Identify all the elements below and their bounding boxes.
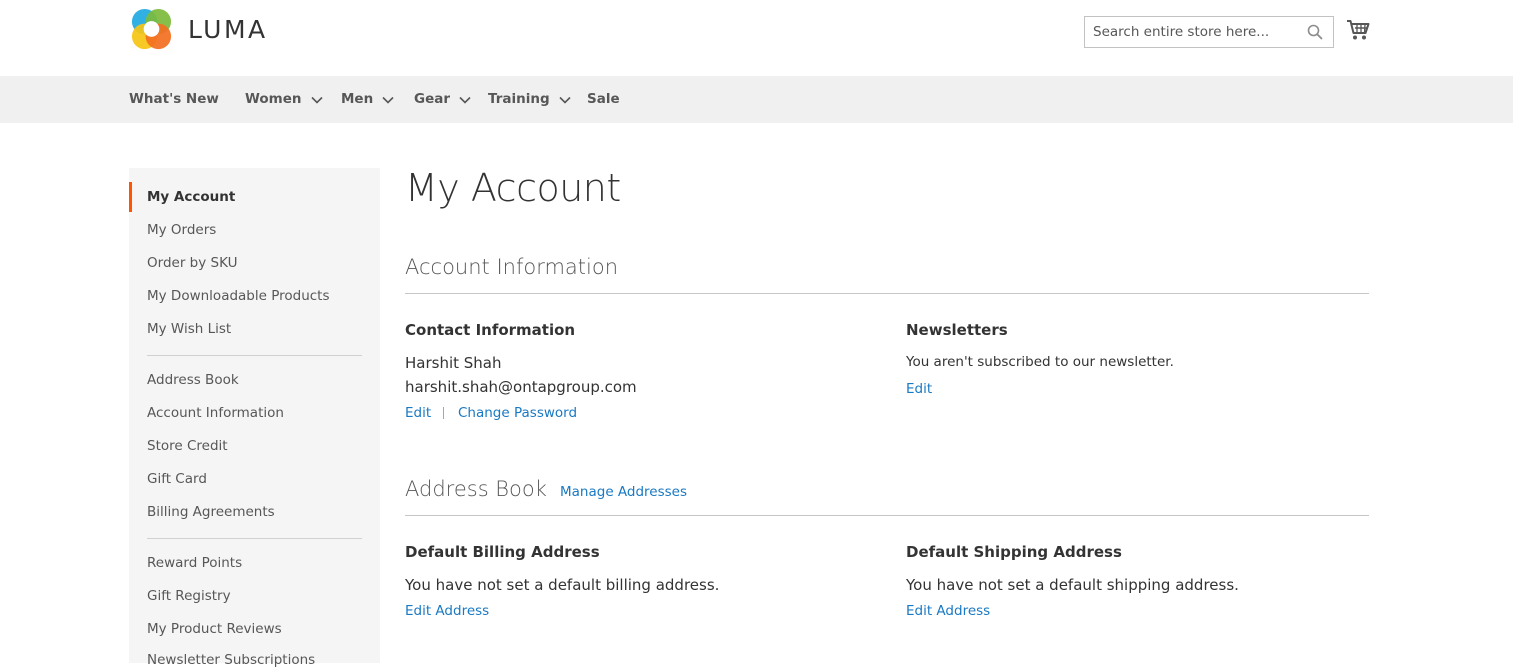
nav-item-sale[interactable]: Sale [587, 76, 620, 123]
sidebar-item-downloadable-products[interactable]: My Downloadable Products [147, 288, 330, 304]
sidebar-item-reward-points[interactable]: Reward Points [147, 555, 242, 571]
nav-item-women[interactable]: Women [245, 76, 323, 123]
nav-item-whats-new[interactable]: What's New [129, 76, 219, 123]
edit-contact-link[interactable]: Edit [405, 405, 431, 421]
search-input[interactable] [1085, 17, 1295, 47]
sidebar-item-product-reviews[interactable]: My Product Reviews [147, 621, 282, 637]
edit-billing-address-link[interactable]: Edit Address [405, 603, 489, 619]
edit-shipping-address-link[interactable]: Edit Address [906, 603, 990, 619]
page-header: LUMA [0, 0, 1513, 76]
change-password-link[interactable]: Change Password [458, 405, 577, 421]
section-divider [405, 515, 1369, 516]
newsletters-title: Newsletters [906, 321, 1008, 339]
chevron-down-icon [310, 96, 323, 104]
main-navigation: What's New Women Men Gear Training Sale [0, 76, 1513, 123]
section-divider [405, 293, 1369, 294]
sidebar-divider [147, 355, 362, 356]
sidebar-item-gift-registry[interactable]: Gift Registry [147, 588, 231, 604]
nav-item-gear[interactable]: Gear [414, 76, 471, 123]
active-indicator [129, 182, 132, 212]
chevron-down-icon [382, 96, 394, 104]
chevron-down-icon [459, 96, 471, 104]
sidebar-item-billing-agreements[interactable]: Billing Agreements [147, 504, 275, 520]
sidebar-item-newsletter-subscriptions[interactable]: Newsletter Subscriptions [147, 652, 315, 668]
nav-item-training[interactable]: Training [488, 76, 571, 123]
sidebar-item-wish-list[interactable]: My Wish List [147, 321, 231, 337]
default-billing-title: Default Billing Address [405, 543, 600, 561]
nav-item-label: Sale [587, 91, 620, 107]
sidebar-item-my-account[interactable]: My Account [147, 189, 235, 205]
sidebar-divider [147, 538, 362, 539]
logo-text: LUMA [188, 15, 268, 44]
luma-logo-icon [131, 8, 172, 50]
sidebar-item-account-information[interactable]: Account Information [147, 405, 284, 421]
billing-address-text: You have not set a default billing addre… [405, 576, 720, 594]
sidebar-item-order-by-sku[interactable]: Order by SKU [147, 255, 237, 271]
shipping-address-text: You have not set a default shipping addr… [906, 576, 1239, 594]
cart-icon[interactable] [1346, 19, 1370, 41]
edit-newsletter-link[interactable]: Edit [906, 381, 932, 397]
nav-item-label: Training [488, 91, 550, 107]
customer-email: harshit.shah@ontapgroup.com [405, 378, 637, 396]
account-sidebar: My Account My Orders Order by SKU My Dow… [129, 168, 380, 668]
manage-addresses-link[interactable]: Manage Addresses [560, 484, 687, 500]
nav-item-label: Women [245, 91, 302, 107]
search-icon[interactable] [1307, 24, 1323, 40]
nav-item-label: What's New [129, 91, 219, 107]
address-book-heading: Address Book [405, 477, 547, 501]
contact-information-title: Contact Information [405, 321, 576, 339]
store-logo[interactable]: LUMA [129, 7, 268, 52]
sidebar-item-my-orders[interactable]: My Orders [147, 222, 216, 238]
page-title: My Account [405, 166, 621, 210]
nav-item-men[interactable]: Men [341, 76, 394, 123]
customer-name: Harshit Shah [405, 354, 502, 372]
nav-item-label: Men [341, 91, 374, 107]
newsletter-status-text: You aren't subscribed to our newsletter. [906, 354, 1174, 370]
nav-item-label: Gear [414, 91, 451, 107]
chevron-down-icon [559, 96, 571, 104]
sidebar-item-address-book[interactable]: Address Book [147, 372, 239, 388]
sidebar-item-store-credit[interactable]: Store Credit [147, 438, 228, 454]
search-box [1084, 16, 1334, 48]
account-information-heading: Account Information [405, 255, 619, 279]
default-shipping-title: Default Shipping Address [906, 543, 1122, 561]
sidebar-item-gift-card[interactable]: Gift Card [147, 471, 207, 487]
link-separator [443, 407, 444, 419]
